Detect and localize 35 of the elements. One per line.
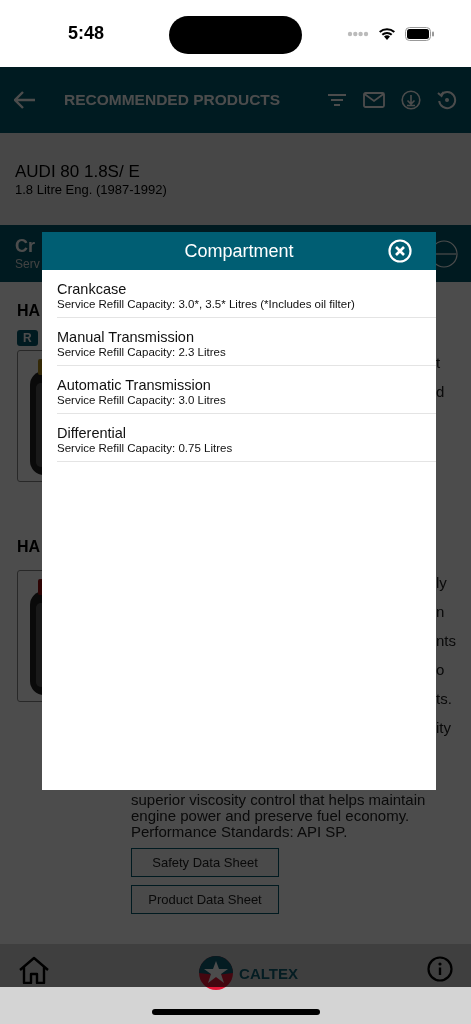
text-fragment: t xyxy=(436,354,442,371)
text-fragment: ly xyxy=(436,574,448,591)
text-fragment: ts. xyxy=(436,690,453,707)
product-heading: HA xyxy=(17,302,41,320)
signal-icon xyxy=(347,30,369,37)
dialog-title: Compartment xyxy=(184,240,294,262)
product-description: superior viscosity control that helps maintain engine power and preserve fuel economy. Performance Standards: API SP. xyxy=(131,792,427,840)
status-time: 5:48 xyxy=(68,23,105,44)
compartment-item[interactable]: Manual Transmission Service Refill Capacity: 2.3 Litres xyxy=(57,318,436,366)
close-icon[interactable] xyxy=(388,239,412,263)
refill-capacity: Service Refill Capacity: 3.0 Litres xyxy=(57,394,227,406)
engine-description: 1.8 Litre Eng. (1987-1992) xyxy=(15,181,168,197)
text-fragment: n xyxy=(436,603,446,620)
battery-icon xyxy=(405,26,435,41)
compartment-name: Manual Transmission xyxy=(57,329,195,345)
text-fragment: ity xyxy=(436,719,452,736)
compartment-name: Automatic Transmission xyxy=(57,377,212,393)
text-fragment: d xyxy=(436,383,446,400)
brand-name: CALTEX xyxy=(239,964,298,982)
refill-capacity: Service Refill Capacity: 0.75 Litres xyxy=(57,442,234,454)
compartment-item[interactable]: Crankcase Service Refill Capacity: 3.0*, 3.5* Litres (*Includes oil filter) xyxy=(57,270,436,318)
compartment-name: Crankcase xyxy=(57,281,128,297)
text-fragment: o xyxy=(436,661,446,678)
compartment-title: Cr xyxy=(15,236,35,257)
refill-capacity: Service Refill Capacity: 2.3 Litres xyxy=(57,346,227,358)
vehicle-name: AUDI 80 1.8S/ E xyxy=(15,161,141,182)
refill-capacity: Service Refill Capacity: 3.0*, 3.5* Litres (*Includes oil filter) xyxy=(57,298,356,310)
product-heading: HA xyxy=(17,538,41,556)
compartment-subtitle: Serv xyxy=(15,257,40,271)
page-title: RECOMMENDED PRODUCTS xyxy=(64,91,281,109)
wifi-icon xyxy=(377,26,397,41)
compartment-name: Differential xyxy=(57,425,128,441)
compartment-item[interactable]: Differential Service Refill Capacity: 0.75 Litres xyxy=(57,414,436,462)
compartment-item[interactable]: Automatic Transmission Service Refill Capacity: 3.0 Litres xyxy=(57,366,436,414)
text-fragment: nts xyxy=(436,632,454,649)
